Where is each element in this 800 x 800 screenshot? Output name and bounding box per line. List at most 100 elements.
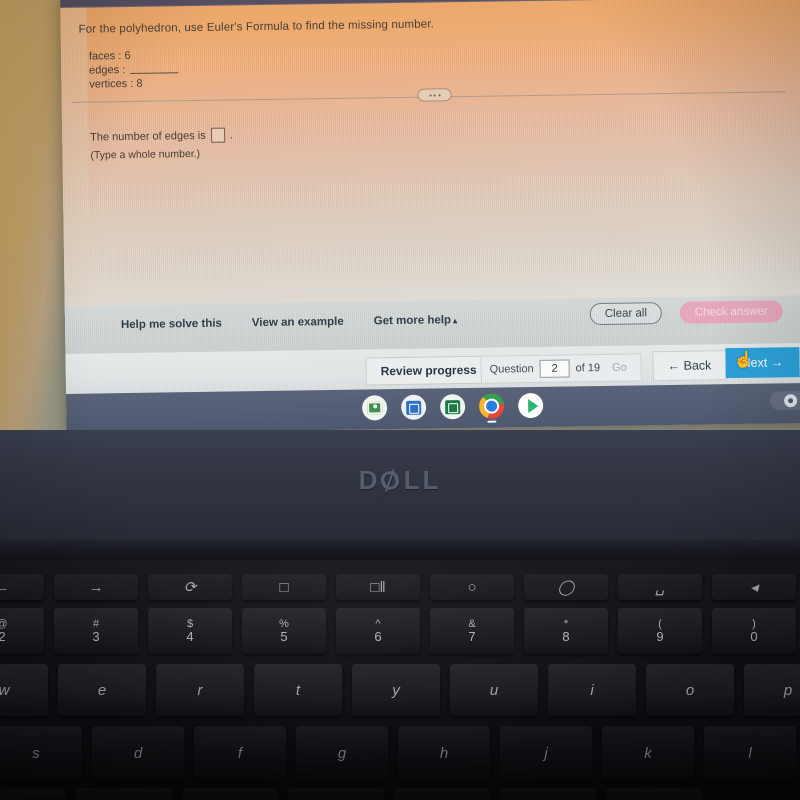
letter-key-g[interactable]: g (296, 726, 388, 780)
letter-key-x[interactable]: x (0, 788, 66, 800)
play-store-icon[interactable] (517, 392, 544, 419)
fn-key-□[interactable]: □ (242, 574, 326, 600)
letter-key-◂[interactable]: ◂ (606, 788, 702, 800)
key-label: s (32, 744, 40, 762)
num-key-9[interactable]: (9 (618, 608, 702, 654)
letter-key-f[interactable]: f (194, 726, 286, 780)
vertices-label: vertices : (89, 77, 134, 91)
key-shift-label: ^ (375, 617, 381, 630)
letter-key-j[interactable]: j (500, 726, 592, 780)
key-shift-label: # (92, 617, 100, 630)
docs-icon[interactable] (400, 394, 427, 420)
question-number-input[interactable] (539, 359, 570, 378)
key-label: w (0, 682, 9, 699)
key-label: o (685, 681, 695, 699)
dot-2 (433, 93, 436, 96)
letter-key-y[interactable]: y (352, 664, 440, 716)
letter-key-e[interactable]: e (58, 664, 146, 716)
num-key-6[interactable]: ^ 6 (336, 608, 420, 654)
letter-key-p[interactable]: p (744, 664, 800, 716)
letter-key-o[interactable]: o (646, 664, 734, 716)
key-label: 6 (374, 628, 382, 644)
go-button[interactable]: Go (606, 362, 633, 374)
fn-key-□‖[interactable]: □‖ (336, 574, 420, 600)
key-label: 2 (0, 628, 6, 644)
shelf-status-tray[interactable] (769, 390, 800, 411)
letter-key-b[interactable]: b (288, 788, 384, 800)
letter-key-r[interactable]: r (156, 664, 244, 716)
fn-key-␣[interactable]: ␣ (618, 574, 702, 600)
letter-key-i[interactable]: i (548, 664, 636, 716)
key-label: i (590, 681, 594, 699)
dell-brand-logo: DØLL (0, 462, 800, 497)
key-label: ◯ (557, 579, 575, 596)
key-label: 4 (186, 628, 194, 644)
letter-key-d[interactable]: d (92, 726, 184, 780)
letter-key-l[interactable]: l (704, 726, 796, 780)
given-values-list: faces : 6 edges : vertices : 8 (89, 48, 179, 91)
fn-key-→[interactable]: → (54, 574, 138, 600)
key-shift-label: * (563, 617, 569, 630)
mouse-cursor-icon: ☝ (733, 351, 754, 370)
get-more-help-link[interactable]: Get more help ▴ (374, 314, 458, 327)
view-an-example-link[interactable]: View an example (252, 316, 344, 329)
get-more-help-label: Get more help (373, 314, 452, 328)
answer-period: . (229, 128, 233, 141)
given-row-faces: faces : 6 (89, 48, 178, 63)
help-me-solve-this-link[interactable]: Help me solve this (121, 318, 222, 331)
key-label: ␣ (655, 579, 665, 596)
letter-key-k[interactable]: k (602, 726, 694, 780)
letter-key-v[interactable]: v (182, 788, 278, 800)
faces-label: faces : (88, 50, 122, 63)
sheets-icon[interactable] (439, 394, 466, 420)
num-key-5[interactable]: % 5 (242, 608, 326, 654)
next-button[interactable]: Next → (725, 347, 800, 379)
key-label: k (644, 744, 652, 762)
chrome-icon[interactable] (478, 393, 505, 423)
fn-key-○[interactable]: ○ (430, 574, 514, 600)
faces-value: 6 (124, 49, 131, 63)
letter-key-w[interactable]: w (0, 664, 48, 716)
classroom-glyph (367, 401, 383, 415)
answer-input-box[interactable] (210, 127, 225, 143)
key-label: □ (279, 578, 289, 596)
keyboard-number-row: @2#3$4%5^6&7*8(9)0 (0, 608, 800, 654)
key-label: ◂ (750, 579, 758, 596)
key-label: u (489, 681, 499, 699)
key-label: g (337, 744, 347, 762)
check-answer-button[interactable]: Check answer (679, 300, 783, 324)
keyboard-function-row: ← → ⟳ □ □‖ ○ ◯ ␣ ◂ (0, 574, 800, 600)
key-label: t (295, 681, 301, 699)
letter-key-m[interactable]: m (500, 788, 596, 800)
fn-key-◂[interactable]: ◂ (712, 574, 796, 600)
key-shift-label: & (468, 617, 476, 630)
letter-key-t[interactable]: t (254, 664, 342, 716)
num-key-0[interactable]: ) 0 (712, 608, 796, 654)
key-shift-label: ) (752, 617, 756, 630)
letter-key-s[interactable]: s (0, 726, 82, 780)
letter-key-h[interactable]: h (398, 726, 490, 780)
letter-key-c[interactable]: c (76, 788, 172, 800)
dell-ll: LL (403, 465, 442, 495)
back-button[interactable]: ← Back (652, 350, 727, 382)
key-label: f (237, 744, 243, 762)
num-key-2[interactable]: @2 (0, 608, 44, 654)
clear-all-button[interactable]: Clear all (589, 302, 663, 326)
screenshot-root: For the polyhedron, use Euler's Formula … (0, 0, 800, 800)
letter-key-n[interactable]: n (394, 788, 490, 800)
classroom-icon[interactable] (361, 395, 388, 421)
letter-key-u[interactable]: u (450, 664, 538, 716)
num-key-8[interactable]: * 8 (524, 608, 608, 654)
num-key-4[interactable]: $4 (148, 608, 232, 654)
key-label: ← (0, 579, 10, 596)
key-label: d (133, 744, 143, 762)
fn-key-⟳[interactable]: ⟳ (148, 574, 232, 600)
review-progress-button[interactable]: Review progress (365, 355, 492, 386)
num-key-3[interactable]: #3 (54, 608, 138, 654)
divider-dots-icon[interactable] (417, 88, 452, 102)
fn-key-◯[interactable]: ◯ (524, 574, 608, 600)
question-content-panel: For the polyhedron, use Euler's Formula … (60, 0, 800, 313)
key-label: ○ (467, 578, 477, 596)
num-key-7[interactable]: & 7 (430, 608, 514, 654)
fn-key-←[interactable]: ← (0, 574, 44, 600)
